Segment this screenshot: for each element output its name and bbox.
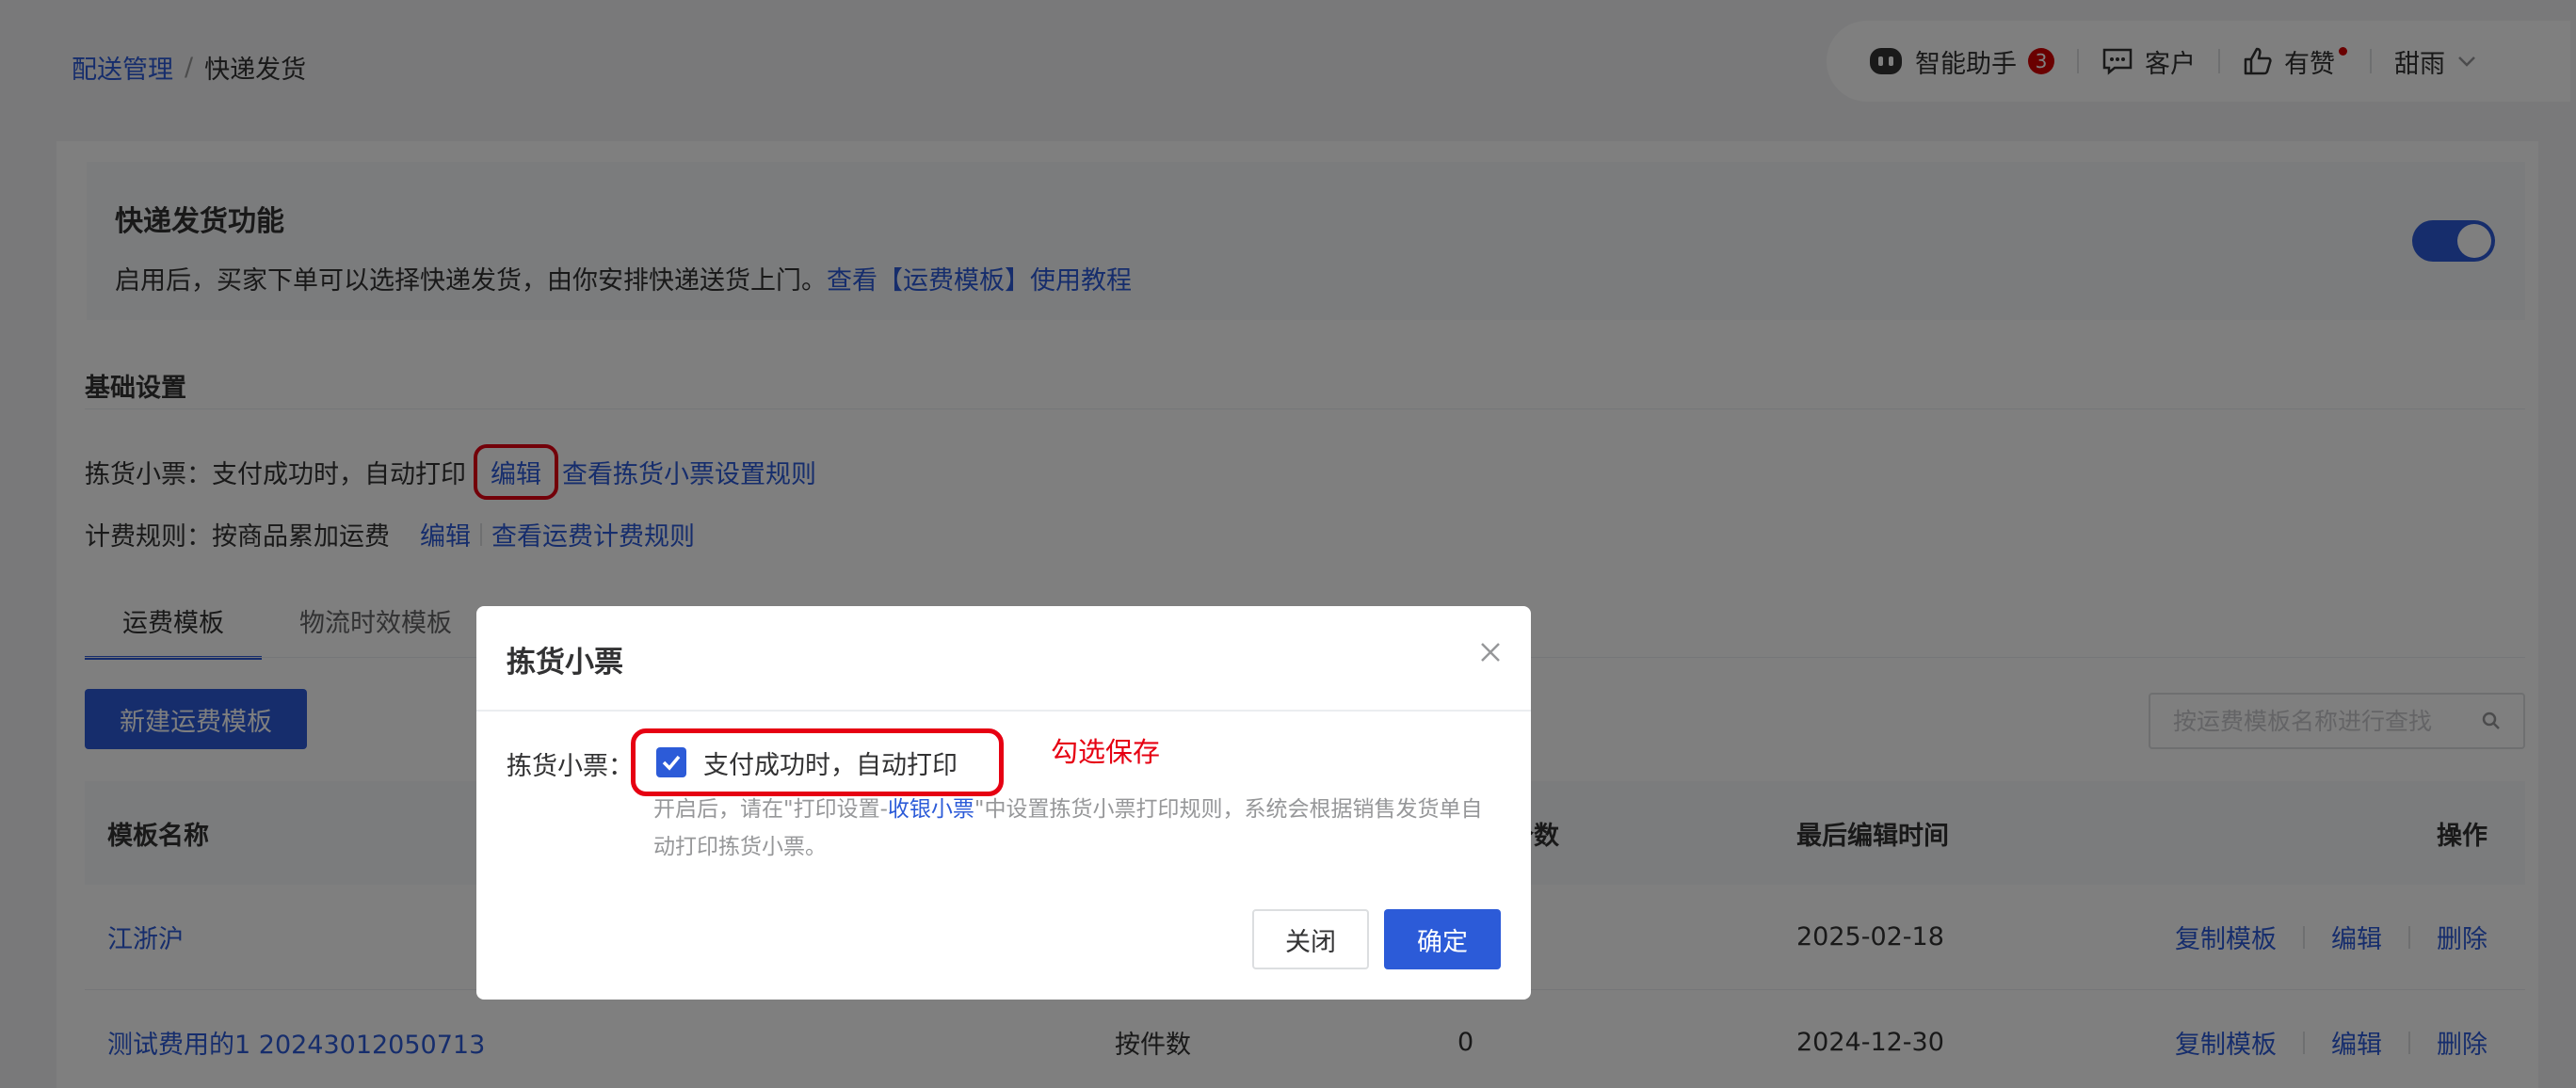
close-icon[interactable] bbox=[1478, 640, 1503, 664]
modal-divider bbox=[476, 710, 1531, 712]
modal-title: 拣货小票 bbox=[507, 646, 623, 680]
ticket-modal: 拣货小票 拣货小票： 支付成功时，自动打印 勾选保存 开启后，请在"打印设置-收… bbox=[476, 606, 1531, 1000]
modal-hint: 开启后，请在"打印设置-收银小票"中设置拣货小票打印规则，系统会根据销售发货单自… bbox=[653, 791, 1501, 866]
hint-prefix: 开启后，请在"打印设置- bbox=[653, 797, 888, 822]
auto-print-option[interactable]: 支付成功时，自动打印 bbox=[631, 728, 1004, 796]
modal-field-label: 拣货小票： bbox=[507, 752, 634, 781]
annotation-note: 勾选保存 bbox=[1051, 736, 1161, 768]
confirm-button[interactable]: 确定 bbox=[1384, 909, 1501, 969]
receipt-link[interactable]: 收银小票 bbox=[888, 797, 974, 822]
auto-print-label: 支付成功时，自动打印 bbox=[703, 750, 958, 780]
check-icon bbox=[662, 755, 681, 771]
close-button[interactable]: 关闭 bbox=[1252, 909, 1369, 969]
auto-print-checkbox[interactable] bbox=[656, 747, 686, 777]
